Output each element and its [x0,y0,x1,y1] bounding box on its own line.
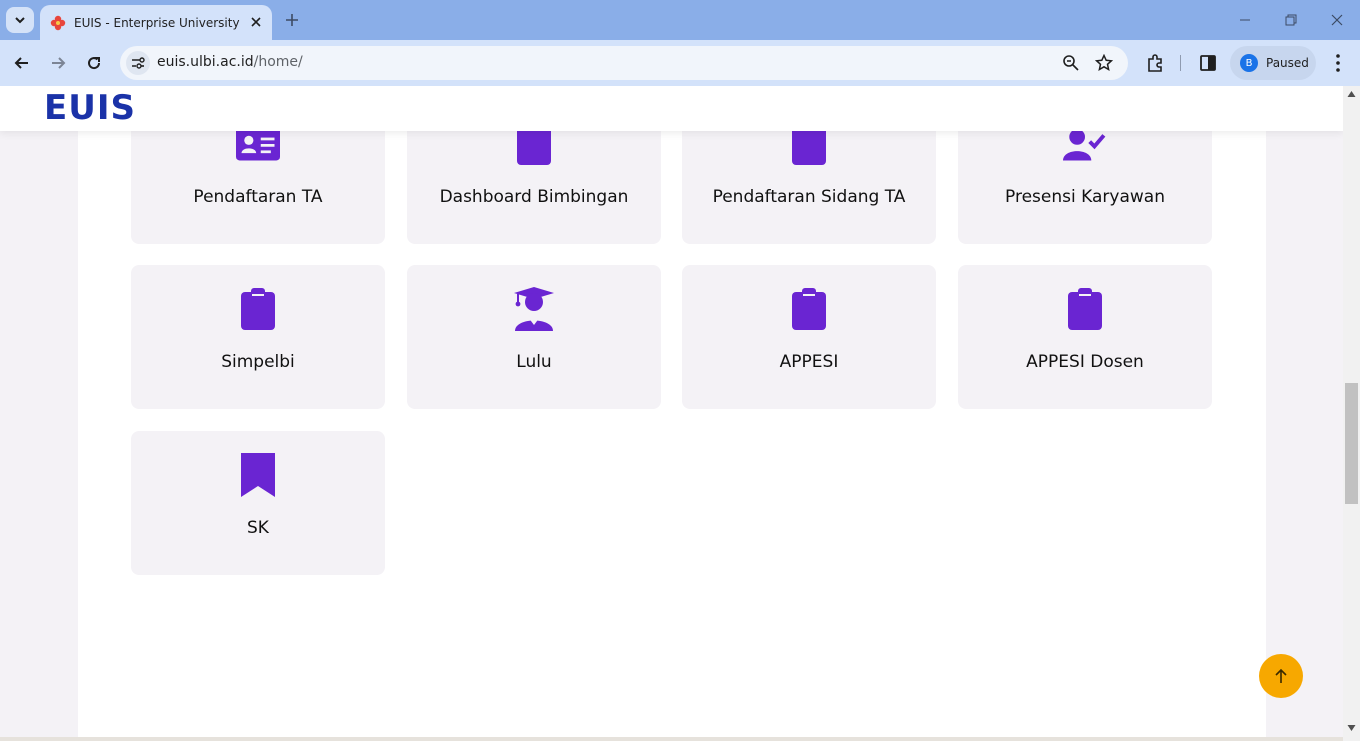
menu-card-label: Presensi Karyawan [1005,187,1165,207]
scroll-to-top-button[interactable] [1259,654,1303,698]
tune-icon [132,57,145,69]
url-path: /home/ [253,54,303,70]
menu-card-label: Simpelbi [221,352,295,372]
site-info-button[interactable] [126,51,150,75]
new-tab-plus-icon[interactable] [282,10,302,30]
extensions-puzzle-icon[interactable] [1145,53,1165,73]
browser-toolbar: euis.ulbi.ac.id/home/ B Paused [0,40,1360,86]
menu-card-label: APPESI Dosen [1026,352,1144,372]
avatar: B [1240,54,1258,72]
site-logo[interactable]: EUIS [44,88,136,128]
menu-card-appesi-dosen[interactable]: APPESI Dosen [958,265,1212,409]
window-close-icon[interactable] [1329,12,1345,28]
menu-card-label: Dashboard Bimbingan [439,187,629,207]
reload-button[interactable] [82,51,106,75]
scroll-down-arrow-icon[interactable] [1347,724,1356,732]
menu-card-label: Pendaftaran TA [193,187,323,207]
clipboard-icon [1063,287,1107,331]
minimize-icon[interactable] [1237,12,1253,28]
menu-card-label: APPESI [779,352,839,372]
arrow-right-icon [52,57,66,69]
menu-card-sk[interactable]: SK [131,431,385,575]
scrollbar-thumb[interactable] [1345,383,1358,504]
forward-button[interactable] [46,51,70,75]
menu-card-appesi[interactable]: APPESI [682,265,936,409]
side-panel-icon[interactable] [1198,53,1218,73]
tab-search-button[interactable] [6,7,34,33]
chevron-down-icon [15,17,25,24]
url-text: euis.ulbi.ac.id/home/ [157,54,303,70]
close-icon[interactable] [248,14,264,30]
zoom-icon[interactable] [1062,54,1080,72]
scroll-up-arrow-icon[interactable] [1347,90,1356,98]
back-button[interactable] [10,51,34,75]
bookmark-icon [236,453,280,497]
menu-card-label: Lulu [516,352,552,372]
menu-card-simpelbi[interactable]: Simpelbi [131,265,385,409]
bottom-strip [0,737,1343,741]
page-scrollbar[interactable] [1343,86,1360,741]
profile-status: Paused [1266,56,1309,70]
restore-icon[interactable] [1283,12,1299,28]
url-host: euis.ulbi.ac.id [157,54,254,70]
menu-card-label: SK [247,518,269,538]
profile-button[interactable]: B Paused [1230,46,1316,80]
browser-tab-active[interactable]: EUIS - Enterprise University Information… [40,5,272,40]
arrow-left-icon [14,57,28,69]
user-graduate-icon [512,287,556,331]
clipboard-icon [236,287,280,331]
reload-icon [88,57,101,70]
clipboard-icon [787,287,831,331]
site-header: EUIS [0,86,1343,131]
menu-card-lulu[interactable]: Lulu [407,265,661,409]
more-vert-icon[interactable] [1328,52,1348,74]
address-bar[interactable]: euis.ulbi.ac.id/home/ [120,46,1128,80]
menu-card-label: Pendaftaran Sidang TA [712,187,906,207]
star-icon[interactable] [1095,54,1113,72]
tab-title: EUIS - Enterprise University Information… [74,15,244,30]
flower-favicon-icon [50,15,66,30]
browser-tab-bar: EUIS - Enterprise University Information… [0,0,1360,40]
page-viewport: EUIS Pendaftaran TA Dashboard Bimbingan … [0,86,1343,741]
toolbar-separator [1180,55,1181,71]
arrow-up-icon [1275,668,1287,683]
